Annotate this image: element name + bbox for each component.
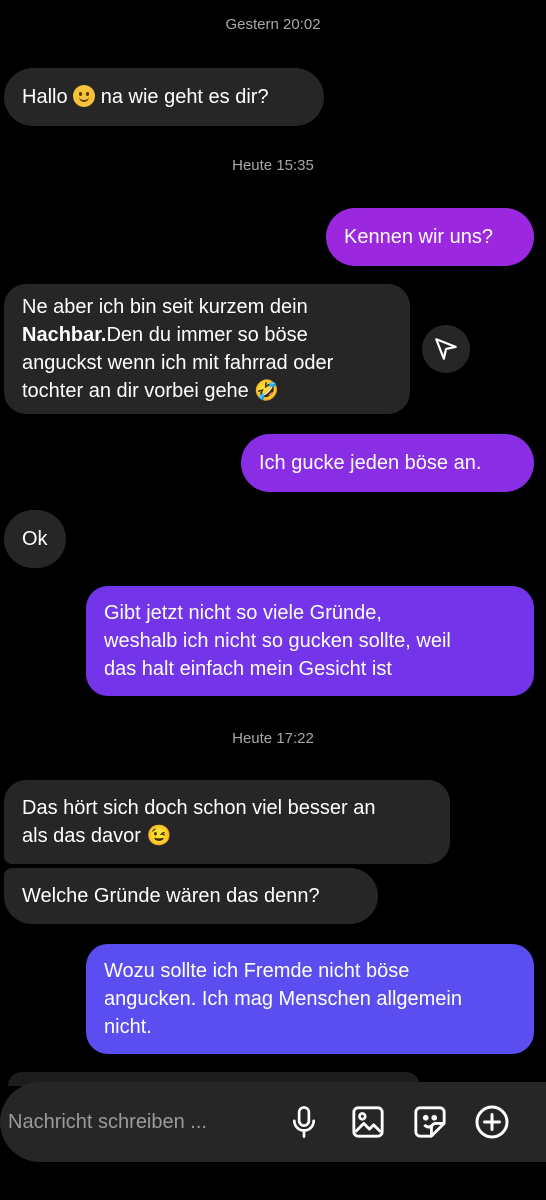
plus-icon bbox=[475, 1105, 509, 1139]
outgoing-message[interactable]: Gibt jetzt nicht so viele Gründe, weshal… bbox=[86, 586, 534, 696]
message-input[interactable]: Nachricht schreiben ... bbox=[8, 1108, 268, 1136]
message-text: Hallo na wie geht es dir? bbox=[22, 85, 269, 108]
microphone-icon bbox=[292, 1106, 316, 1138]
share-button[interactable] bbox=[422, 325, 470, 373]
message-text: Gibt jetzt nicht so viele Gründe, weshal… bbox=[104, 602, 451, 680]
sticker-button[interactable] bbox=[410, 1102, 450, 1142]
incoming-message[interactable]: Welche Gründe wären das denn? bbox=[4, 868, 378, 924]
outgoing-message[interactable]: Kennen wir uns? bbox=[326, 208, 534, 266]
send-icon bbox=[435, 338, 457, 360]
incoming-message[interactable]: Hallo na wie geht es dir? bbox=[4, 68, 324, 126]
incoming-message[interactable]: Ok bbox=[4, 510, 66, 568]
incoming-message[interactable]: Ne aber ich bin seit kurzem dein Nachbar… bbox=[4, 284, 410, 414]
outgoing-message[interactable]: Ich gucke jeden böse an. bbox=[241, 434, 534, 492]
message-composer: Nachricht schreiben ... bbox=[0, 1082, 546, 1162]
outgoing-message[interactable]: Wozu sollte ich Fremde nicht böse anguck… bbox=[86, 944, 534, 1054]
sticker-icon bbox=[414, 1106, 446, 1138]
timestamp: Heute 17:22 bbox=[232, 730, 314, 747]
microphone-button[interactable] bbox=[284, 1102, 324, 1142]
message-text: Das hört sich doch schon viel besser an … bbox=[22, 797, 376, 847]
message-text: Kennen wir uns? bbox=[344, 226, 493, 248]
timestamp: Heute 15:35 bbox=[232, 157, 314, 174]
message-text: Ich gucke jeden böse an. bbox=[259, 452, 482, 474]
message-text: Ok bbox=[22, 528, 48, 550]
gallery-button[interactable] bbox=[348, 1102, 388, 1142]
smile-emoji-icon bbox=[73, 85, 96, 107]
message-text: Welche Gründe wären das denn? bbox=[22, 885, 320, 907]
message-text: Wozu sollte ich Fremde nicht böse anguck… bbox=[104, 960, 462, 1038]
message-text: Ne aber ich bin seit kurzem dein Nachbar… bbox=[22, 296, 334, 402]
system-nav-bar bbox=[0, 1180, 546, 1200]
image-icon bbox=[352, 1106, 384, 1138]
incoming-message[interactable]: Das hört sich doch schon viel besser an … bbox=[4, 780, 450, 864]
timestamp: Gestern 20:02 bbox=[225, 16, 321, 33]
add-button[interactable] bbox=[472, 1102, 512, 1142]
